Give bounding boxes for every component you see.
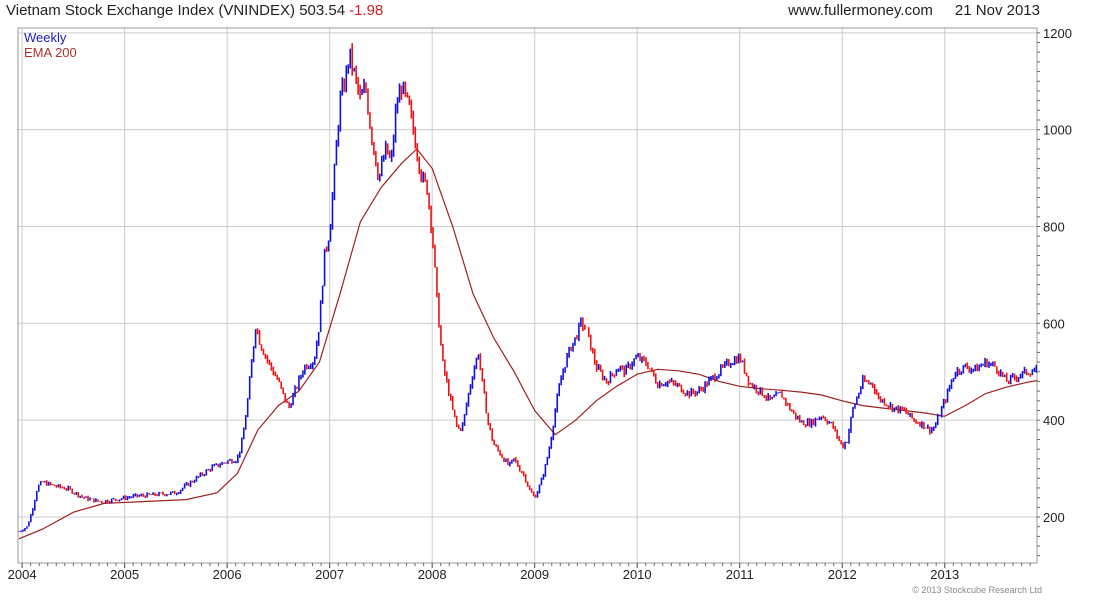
x-tick-label: 2009 bbox=[520, 567, 549, 582]
x-tick-label: 2004 bbox=[8, 567, 37, 582]
y-tick-label: 800 bbox=[1043, 220, 1065, 235]
x-tick-label: 2007 bbox=[315, 567, 344, 582]
x-tick-label: 2005 bbox=[110, 567, 139, 582]
x-tick-label: 2010 bbox=[623, 567, 652, 582]
ema-layer bbox=[18, 148, 1038, 540]
x-tick-label: 2006 bbox=[213, 567, 242, 582]
x-axis: 2004 2005 2006 2007 2008 2009 2010 2011 2012 2013 bbox=[8, 563, 1031, 582]
ema-200-line bbox=[18, 148, 1038, 540]
y-tick-label: 400 bbox=[1043, 413, 1065, 428]
chart-legend: Weekly EMA 200 bbox=[24, 30, 77, 60]
weekly-bars-layer bbox=[18, 43, 1038, 533]
price-chart: 20040060080010001200 2004 2005 2006 2007 200… bbox=[8, 26, 1072, 582]
y-tick-label: 600 bbox=[1043, 316, 1065, 331]
x-tick-label: 2008 bbox=[418, 567, 447, 582]
legend-ema: EMA 200 bbox=[24, 45, 77, 60]
x-tick-label: 2011 bbox=[726, 567, 754, 582]
copyright-notice: © 2013 Stockcube Research Ltd bbox=[912, 585, 1042, 595]
legend-weekly: Weekly bbox=[24, 30, 67, 45]
x-tick-label: 2012 bbox=[828, 567, 857, 582]
y-tick-label: 1200 bbox=[1043, 26, 1072, 41]
y-tick-label: 1000 bbox=[1043, 123, 1072, 138]
y-axis: 200 400 600 800 1000 1200 bbox=[1037, 26, 1072, 557]
y-tick-label: 200 bbox=[1043, 510, 1065, 525]
x-tick-label: 2013 bbox=[930, 567, 959, 582]
